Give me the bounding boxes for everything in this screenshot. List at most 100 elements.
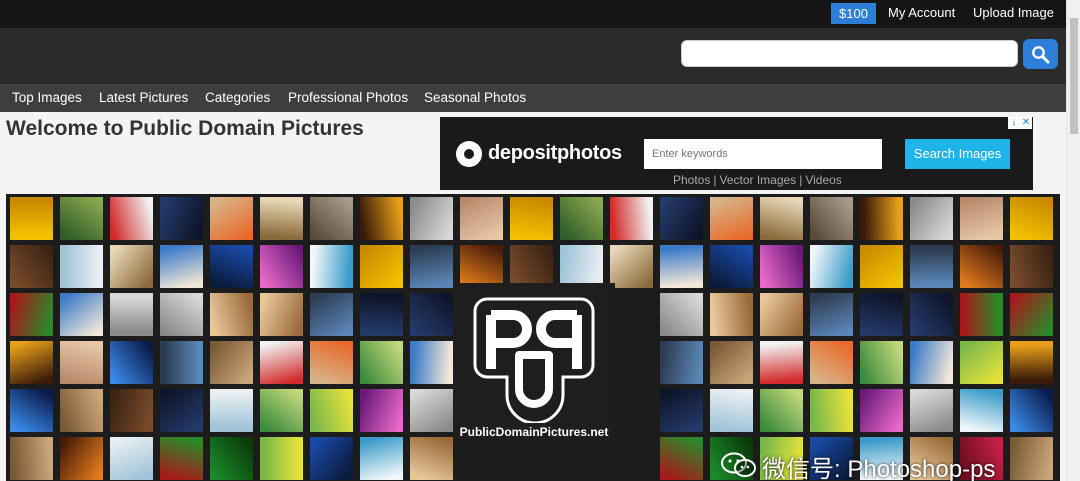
ad-link-videos[interactable]: Videos — [805, 173, 841, 187]
thumbnail-image[interactable] — [710, 341, 753, 384]
thumbnail-image[interactable] — [910, 389, 953, 432]
nav-categories[interactable]: Categories — [205, 90, 270, 105]
thumbnail-image[interactable] — [60, 197, 103, 240]
thumbnail-image[interactable] — [160, 245, 203, 288]
thumbnail-image[interactable] — [1010, 197, 1053, 240]
thumbnail-image[interactable] — [760, 389, 803, 432]
thumbnail-image[interactable] — [1010, 245, 1053, 288]
thumbnail-image[interactable] — [660, 341, 703, 384]
thumbnail-image[interactable] — [960, 293, 1003, 336]
thumbnail-image[interactable] — [860, 197, 903, 240]
thumbnail-image[interactable] — [110, 197, 153, 240]
thumbnail-image[interactable] — [210, 197, 253, 240]
thumbnail-image[interactable] — [710, 245, 753, 288]
scrollbar-thumb[interactable] — [1070, 18, 1078, 134]
thumbnail-image[interactable] — [310, 341, 353, 384]
thumbnail-image[interactable] — [410, 389, 453, 432]
thumbnail-image[interactable] — [660, 437, 703, 480]
ad-search-button[interactable]: Search Images — [905, 139, 1010, 169]
thumbnail-image[interactable] — [310, 437, 353, 480]
thumbnail-image[interactable] — [560, 245, 603, 288]
search-button[interactable] — [1023, 39, 1058, 69]
thumbnail-image[interactable] — [760, 197, 803, 240]
thumbnail-image[interactable] — [210, 437, 253, 480]
thumbnail-image[interactable] — [610, 197, 653, 240]
nav-seasonal-photos[interactable]: Seasonal Photos — [424, 90, 526, 105]
thumbnail-image[interactable] — [310, 389, 353, 432]
thumbnail-image[interactable] — [810, 245, 853, 288]
thumbnail-image[interactable] — [210, 341, 253, 384]
thumbnail-image[interactable] — [110, 245, 153, 288]
thumbnail-image[interactable] — [210, 293, 253, 336]
thumbnail-image[interactable] — [360, 389, 403, 432]
thumbnail-image[interactable] — [10, 293, 53, 336]
thumbnail-image[interactable] — [360, 293, 403, 336]
thumbnail-image[interactable] — [10, 389, 53, 432]
thumbnail-image[interactable] — [960, 389, 1003, 432]
nav-professional-photos[interactable]: Professional Photos — [288, 90, 408, 105]
thumbnail-image[interactable] — [410, 245, 453, 288]
thumbnail-image[interactable] — [760, 293, 803, 336]
ad-keyword-input[interactable] — [644, 139, 882, 169]
thumbnail-image[interactable] — [910, 293, 953, 336]
thumbnail-image[interactable] — [10, 245, 53, 288]
thumbnail-image[interactable] — [460, 197, 503, 240]
thumbnail-image[interactable] — [60, 437, 103, 480]
thumbnail-image[interactable] — [510, 245, 553, 288]
ad-info-icon[interactable]: i — [1008, 117, 1020, 129]
thumbnail-image[interactable] — [60, 389, 103, 432]
thumbnail-image[interactable] — [560, 197, 603, 240]
ad-banner[interactable]: i ✕ depositphotos Search Images Photos|V… — [440, 117, 1033, 190]
search-input[interactable] — [681, 40, 1018, 67]
thumbnail-image[interactable] — [860, 293, 903, 336]
thumbnail-image[interactable] — [260, 293, 303, 336]
ad-link-vector-images[interactable]: Vector Images — [719, 173, 796, 187]
ad-close-icon[interactable]: ✕ — [1020, 117, 1032, 129]
thumbnail-image[interactable] — [960, 341, 1003, 384]
thumbnail-image[interactable] — [610, 245, 653, 288]
thumbnail-image[interactable] — [10, 197, 53, 240]
thumbnail-image[interactable] — [360, 245, 403, 288]
thumbnail-image[interactable] — [360, 197, 403, 240]
thumbnail-image[interactable] — [910, 341, 953, 384]
thumbnail-image[interactable] — [310, 293, 353, 336]
thumbnail-image[interactable] — [1010, 341, 1053, 384]
thumbnail-image[interactable] — [10, 437, 53, 480]
thumbnail-image[interactable] — [810, 293, 853, 336]
thumbnail-image[interactable] — [960, 245, 1003, 288]
thumbnail-image[interactable] — [810, 341, 853, 384]
thumbnail-image[interactable] — [660, 245, 703, 288]
thumbnail-image[interactable] — [1010, 437, 1053, 480]
thumbnail-image[interactable] — [710, 197, 753, 240]
ad-link-photos[interactable]: Photos — [673, 173, 710, 187]
thumbnail-image[interactable] — [160, 437, 203, 480]
upload-image-link[interactable]: Upload Image — [973, 5, 1054, 20]
thumbnail-image[interactable] — [310, 245, 353, 288]
nav-latest-pictures[interactable]: Latest Pictures — [99, 90, 188, 105]
thumbnail-image[interactable] — [810, 389, 853, 432]
thumbnail-image[interactable] — [910, 197, 953, 240]
site-logo-panel[interactable]: PublicDomainPictures.net — [453, 283, 615, 443]
thumbnail-image[interactable] — [410, 437, 453, 480]
thumbnail-image[interactable] — [110, 341, 153, 384]
thumbnail-image[interactable] — [660, 293, 703, 336]
thumbnail-image[interactable] — [210, 245, 253, 288]
thumbnail-image[interactable] — [1010, 389, 1053, 432]
thumbnail-image[interactable] — [60, 245, 103, 288]
thumbnail-image[interactable] — [860, 389, 903, 432]
thumbnail-image[interactable] — [660, 197, 703, 240]
thumbnail-image[interactable] — [10, 341, 53, 384]
thumbnail-image[interactable] — [260, 245, 303, 288]
thumbnail-image[interactable] — [360, 341, 403, 384]
thumbnail-image[interactable] — [160, 197, 203, 240]
thumbnail-image[interactable] — [210, 389, 253, 432]
thumbnail-image[interactable] — [110, 389, 153, 432]
thumbnail-image[interactable] — [360, 437, 403, 480]
thumbnail-image[interactable] — [910, 245, 953, 288]
thumbnail-image[interactable] — [260, 437, 303, 480]
thumbnail-image[interactable] — [410, 197, 453, 240]
thumbnail-image[interactable] — [160, 389, 203, 432]
thumbnail-image[interactable] — [110, 293, 153, 336]
thumbnail-image[interactable] — [110, 437, 153, 480]
thumbnail-image[interactable] — [710, 293, 753, 336]
